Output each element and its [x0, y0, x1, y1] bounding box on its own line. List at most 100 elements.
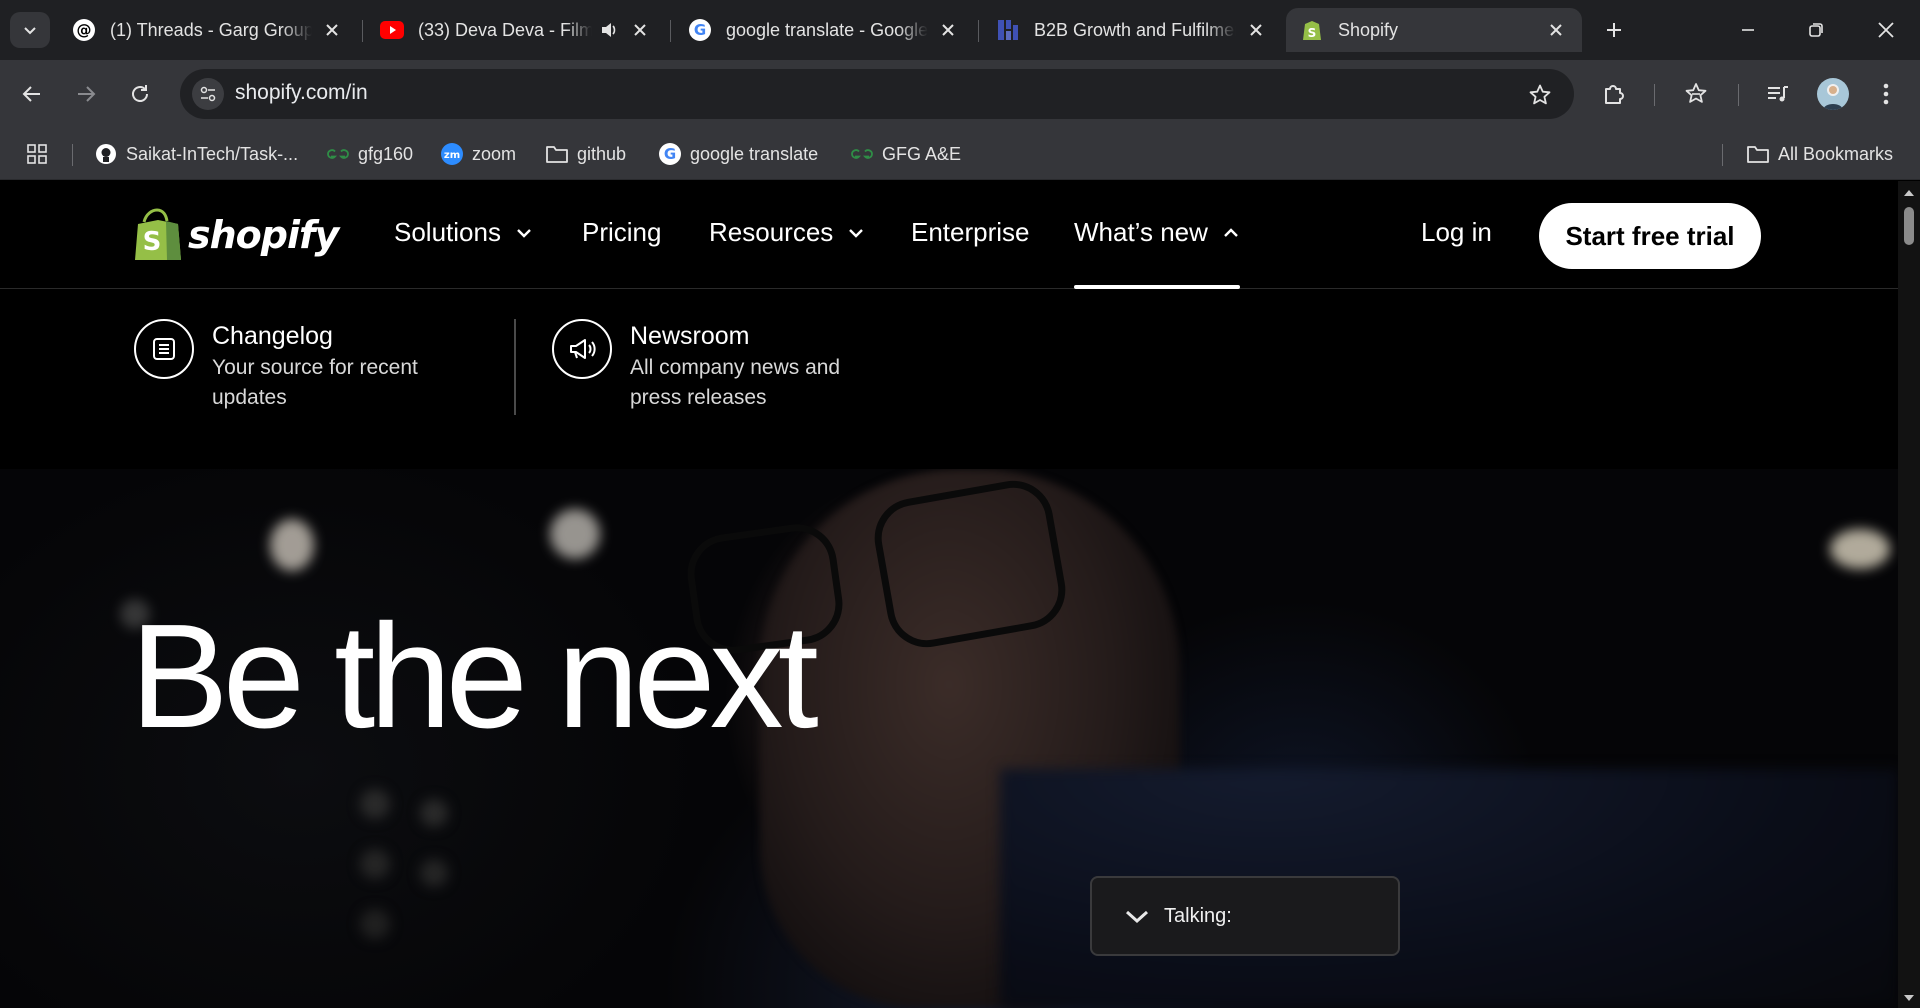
svg-text:S: S: [1308, 26, 1317, 40]
github-icon: [94, 142, 118, 166]
bookmark-star-icon[interactable]: [1526, 81, 1554, 109]
restore-button[interactable]: [1788, 8, 1844, 52]
bokeh-light: [1830, 529, 1890, 569]
youtube-icon: [380, 18, 404, 42]
minimize-button[interactable]: [1720, 8, 1776, 52]
nav-label: What’s new: [1074, 217, 1208, 247]
shopify-logo[interactable]: S shopify: [134, 207, 339, 263]
chevron-down-icon: [847, 224, 865, 242]
bookmark-github-repo[interactable]: Saikat-InTech/Task-...: [94, 140, 298, 168]
tab-separator: [670, 20, 671, 42]
google-icon: G: [658, 142, 682, 166]
nav-solutions[interactable]: Solutions: [394, 217, 533, 248]
svg-text:zm: zm: [444, 150, 460, 161]
media-control-icon[interactable]: [1762, 78, 1794, 110]
address-bar[interactable]: shopify.com/in: [180, 69, 1574, 119]
login-link[interactable]: Log in: [1421, 217, 1492, 248]
toolbar-separator: [1738, 84, 1739, 106]
new-tab-button[interactable]: [1598, 14, 1630, 46]
url-text[interactable]: shopify.com/in: [235, 81, 368, 105]
profile-avatar[interactable]: [1817, 78, 1849, 110]
newsroom-item[interactable]: Newsroom All company news and press rele…: [552, 319, 870, 413]
bokeh-light: [360, 789, 390, 819]
bookmark-gfg-ae[interactable]: GFG A&E: [850, 140, 961, 168]
scroll-down-arrow-icon[interactable]: [1898, 988, 1920, 1008]
close-icon: [1878, 22, 1894, 38]
svg-text:@: @: [77, 21, 92, 39]
bookmark-github-folder[interactable]: github: [545, 140, 626, 168]
start-free-trial-button[interactable]: Start free trial: [1539, 203, 1761, 269]
tab-google-translate[interactable]: G google translate - Google: [674, 8, 974, 52]
newsroom-title: Newsroom: [630, 322, 750, 350]
nav-enterprise[interactable]: Enterprise: [911, 217, 1030, 248]
toolbar-separator: [1654, 84, 1655, 106]
tab-title: Shopify: [1338, 19, 1399, 40]
tab-shopify[interactable]: S Shopify: [1286, 8, 1582, 52]
nav-label: Solutions: [394, 217, 501, 247]
nav-whats-new[interactable]: What’s new: [1074, 217, 1240, 248]
nav-label: Pricing: [582, 217, 662, 247]
arrow-left-icon: [22, 86, 40, 102]
close-icon[interactable]: [320, 18, 344, 42]
nav-label: Enterprise: [911, 217, 1030, 247]
tab-youtube[interactable]: (33) Deva Deva - Film: [366, 8, 666, 52]
bokeh-light: [360, 909, 390, 939]
close-window-button[interactable]: [1858, 8, 1914, 52]
close-icon[interactable]: [1244, 18, 1268, 42]
reading-list-icon[interactable]: [1680, 78, 1712, 110]
bookmark-google-translate[interactable]: G google translate: [658, 140, 818, 168]
svg-text:G: G: [664, 145, 676, 163]
scrollbar-thumb[interactable]: [1904, 207, 1914, 245]
page-content: S shopify Solutions Pricing Resources En…: [0, 181, 1898, 1008]
whats-new-dropdown: Changelog Your source for recent updates…: [0, 289, 1898, 469]
all-bookmarks-label: All Bookmarks: [1778, 143, 1894, 164]
bookmark-separator: [1722, 144, 1723, 166]
changelog-description: Your source for recent updates: [212, 356, 418, 409]
page-scrollbar[interactable]: [1898, 181, 1920, 1008]
reload-icon: [132, 85, 148, 102]
talking-widget[interactable]: Talking:: [1090, 876, 1400, 956]
site-info-icon[interactable]: [192, 78, 224, 110]
tab-strip: @ (1) Threads - Garg Group (33) Deva Dev…: [0, 0, 1920, 60]
minimize-icon: [1742, 29, 1754, 31]
tab-b2b[interactable]: B2B Growth and Fulfilment: [982, 8, 1282, 52]
forward-button[interactable]: [68, 76, 104, 112]
apps-grid-icon[interactable]: [26, 140, 48, 168]
extensions-icon[interactable]: [1598, 78, 1630, 110]
tab-search-button[interactable]: [10, 12, 50, 48]
talking-label: Talking:: [1164, 904, 1232, 927]
newsroom-description: All company news and press releases: [630, 356, 841, 409]
reload-button[interactable]: [122, 76, 158, 112]
hero-section: Be the next: [0, 469, 1898, 1008]
bookmark-zoom[interactable]: zm zoom: [440, 140, 516, 168]
gfg-icon: [326, 142, 350, 166]
changelog-item[interactable]: Changelog Your source for recent updates: [134, 319, 452, 413]
kebab-menu-icon[interactable]: [1870, 78, 1902, 110]
tab-title: B2B Growth and Fulfilment: [1034, 19, 1236, 40]
nav-pricing[interactable]: Pricing: [582, 217, 661, 248]
tab-title: (33) Deva Deva - Film: [418, 19, 592, 40]
nav-resources[interactable]: Resources: [709, 217, 865, 248]
tab-threads[interactable]: @ (1) Threads - Garg Group: [58, 8, 358, 52]
bookmark-label: Saikat-InTech/Task-...: [126, 143, 299, 164]
all-bookmarks-button[interactable]: All Bookmarks: [1746, 140, 1893, 168]
speaker-icon[interactable]: [598, 19, 620, 41]
bookmarks-bar: Saikat-InTech/Task-... gfg160 zm zoom gi…: [0, 128, 1920, 180]
bookmark-separator: [72, 144, 73, 166]
bokeh-light: [420, 799, 448, 827]
back-button[interactable]: [14, 76, 50, 112]
scroll-up-arrow-icon[interactable]: [1898, 183, 1920, 203]
bookmark-gfg160[interactable]: gfg160: [326, 140, 413, 168]
chevron-down-icon: [24, 27, 36, 35]
plus-icon: [1607, 23, 1621, 37]
tab-separator: [978, 20, 979, 42]
chevron-down-icon: [515, 224, 533, 242]
chevron-up-icon: [1222, 224, 1240, 242]
zoom-icon: zm: [440, 142, 464, 166]
close-icon[interactable]: [628, 18, 652, 42]
site-header: S shopify Solutions Pricing Resources En…: [0, 181, 1898, 289]
close-icon[interactable]: [936, 18, 960, 42]
tab-separator: [362, 20, 363, 42]
hero-heading: Be the next: [130, 594, 819, 759]
close-icon[interactable]: [1544, 18, 1568, 42]
